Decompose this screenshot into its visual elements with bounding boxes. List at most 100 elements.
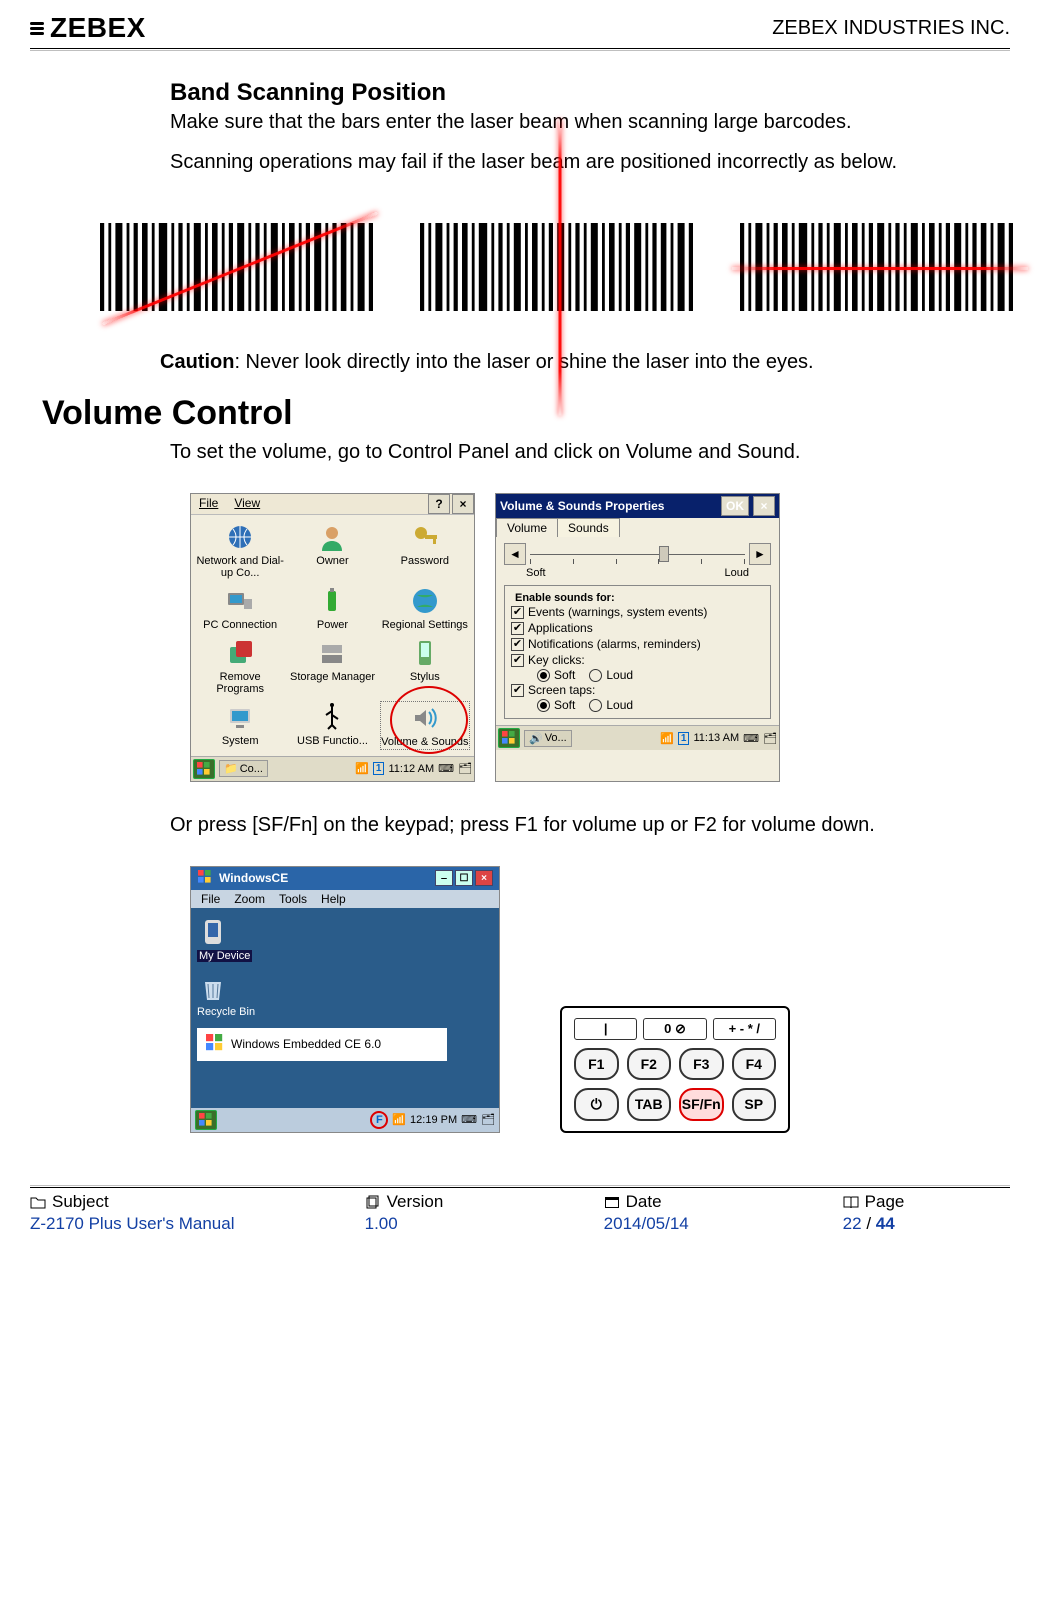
tray-keyboard-icon: ⌨	[461, 1113, 477, 1126]
radio-label: Soft	[554, 698, 575, 712]
menu-tools[interactable]: Tools	[273, 892, 313, 906]
laser-horizontal-icon	[732, 203, 1028, 331]
chk-key-clicks[interactable]: ✔Key clicks:	[511, 652, 764, 668]
tab-sounds[interactable]: Sounds	[557, 518, 620, 537]
cp-item-owner[interactable]: Owner	[287, 521, 377, 579]
arrow-left-icon[interactable]: ◄	[504, 543, 526, 565]
keypad-bottom-row: ⏻ TAB SF/Fn SP	[574, 1088, 776, 1121]
chk-notifications[interactable]: ✔Notifications (alarms, reminders)	[511, 636, 764, 652]
cp-label: USB Functio...	[297, 735, 368, 747]
ce-taskbar: F 📶 12:19 PM ⌨ 🗂	[191, 1108, 499, 1132]
desktop-icon-my-device[interactable]: My Device	[197, 916, 493, 962]
menu-file[interactable]: File	[191, 494, 226, 514]
key-tab: TAB	[627, 1088, 672, 1121]
ce-title: WindowsCE	[219, 871, 288, 885]
logo-stripes-icon	[30, 22, 44, 35]
radio-loud-taps[interactable]: Loud	[589, 698, 633, 712]
company-name: ZEBEX INDUSTRIES INC.	[772, 17, 1010, 40]
radio-soft-keys[interactable]: Soft	[537, 668, 575, 682]
windows-flag-icon	[197, 870, 213, 887]
page-sep: /	[862, 1214, 876, 1233]
enable-sounds-group: Enable sounds for: ✔Events (warnings, sy…	[504, 585, 771, 719]
cp-item-regional[interactable]: Regional Settings	[380, 585, 470, 631]
tab-row: Volume Sounds	[496, 518, 779, 537]
menu-zoom[interactable]: Zoom	[228, 892, 271, 906]
desktop-icon-recycle-bin[interactable]: Recycle Bin	[197, 972, 493, 1018]
footer-label-page: Page	[843, 1192, 1010, 1212]
recycle-bin-icon	[197, 972, 229, 1004]
document-footer: Subject Version Date Page Z-2170 Plus Us…	[30, 1187, 1010, 1244]
tray-one-icon: 1	[373, 762, 385, 775]
cp-item-storage[interactable]: Storage Manager	[287, 637, 377, 695]
cp-item-usb[interactable]: USB Functio...	[287, 701, 377, 749]
cp-item-power[interactable]: Power	[287, 585, 377, 631]
windows-splash: Windows Embedded CE 6.0	[197, 1028, 447, 1061]
band-paragraph-2: Scanning operations may fail if the lase…	[170, 149, 980, 175]
tray-fn-icon: F	[370, 1111, 388, 1129]
barcode-example-horizontal	[740, 207, 1020, 327]
checkbox-icon: ✔	[511, 606, 524, 619]
ok-button[interactable]: OK	[721, 496, 749, 516]
key-f4: F4	[732, 1048, 777, 1080]
start-button[interactable]	[195, 1110, 217, 1130]
tray-keyboard-icon: ⌨	[438, 762, 454, 775]
key-f1: F1	[574, 1048, 619, 1080]
task-button[interactable]: 🔊Vo...	[524, 730, 572, 747]
start-button[interactable]	[498, 728, 520, 748]
checkbox-icon: ✔	[511, 654, 524, 667]
cp-item-pc-connection[interactable]: PC Connection	[195, 585, 285, 631]
footer-label-date: Date	[604, 1192, 843, 1212]
help-button[interactable]: ?	[428, 494, 450, 514]
scale-loud: Loud	[725, 567, 749, 579]
task-button[interactable]: 📁Co...	[219, 760, 268, 777]
slider-thumb[interactable]	[659, 546, 669, 562]
maximize-button[interactable]: ☐	[455, 870, 473, 886]
close-button[interactable]: ×	[753, 496, 775, 516]
chk-events[interactable]: ✔Events (warnings, system events)	[511, 604, 764, 620]
folder-icon	[30, 1195, 46, 1209]
cp-item-password[interactable]: Password	[380, 521, 470, 579]
radio-soft-taps[interactable]: Soft	[537, 698, 575, 712]
power-icon	[316, 585, 348, 617]
ce-titlebar: WindowsCE ‒ ☐ ×	[191, 867, 499, 890]
menu-help[interactable]: Help	[315, 892, 352, 906]
windows-flag-icon	[205, 1034, 225, 1055]
highlight-circle-icon	[390, 686, 468, 754]
key-clicks-radios: Soft Loud	[511, 668, 764, 682]
footer-label-subject: Subject	[30, 1192, 365, 1212]
chk-applications[interactable]: ✔Applications	[511, 620, 764, 636]
cp-item-system[interactable]: System	[195, 701, 285, 749]
taskbar: 🔊Vo... 📶 1 11:13 AM ⌨ 🗂	[496, 725, 779, 750]
start-button[interactable]	[193, 759, 215, 779]
cp-label: Owner	[316, 555, 348, 567]
menu-view[interactable]: View	[226, 494, 268, 514]
keypad-diagram: | 0 ⊘ + - * / F1 F2 F3 F4 ⏻ TAB SF/Fn SP	[560, 1006, 790, 1133]
volume-slider[interactable]: ◄ ►	[504, 543, 771, 565]
document-header: ZEBEX ZEBEX INDUSTRIES INC.	[30, 0, 1010, 49]
cp-item-remove-programs[interactable]: Remove Programs	[195, 637, 285, 695]
control-panel-window: File View ? × Network and Dial-up Co... …	[190, 493, 475, 782]
volume-paragraph-2: Or press [SF/Fn] on the keypad; press F1…	[170, 812, 980, 838]
menu-file[interactable]: File	[195, 892, 226, 906]
keypad-f-row: F1 F2 F3 F4	[574, 1048, 776, 1080]
barcode-examples-row	[100, 189, 1020, 351]
cp-item-network[interactable]: Network and Dial-up Co...	[195, 521, 285, 579]
slider-track[interactable]	[530, 544, 745, 564]
arrow-right-icon[interactable]: ►	[749, 543, 771, 565]
cp-label: Remove Programs	[195, 671, 285, 695]
control-panel-grid: Network and Dial-up Co... Owner Password…	[191, 515, 474, 756]
desktop-label: My Device	[197, 950, 252, 962]
minimize-button[interactable]: ‒	[435, 870, 453, 886]
key-top-1: |	[574, 1018, 637, 1040]
document-stack-icon	[365, 1195, 381, 1209]
chk-screen-taps[interactable]: ✔Screen taps:	[511, 682, 764, 698]
tab-volume[interactable]: Volume	[496, 518, 558, 537]
cp-label: Power	[317, 619, 348, 631]
tray-keyboard-icon: ⌨	[743, 732, 759, 745]
close-button[interactable]: ×	[452, 494, 474, 514]
key-top-2: 0 ⊘	[643, 1018, 706, 1040]
group-title: Enable sounds for:	[511, 592, 619, 604]
splash-text: Windows Embedded CE 6.0	[231, 1037, 381, 1051]
close-button[interactable]: ×	[475, 870, 493, 886]
radio-loud-keys[interactable]: Loud	[589, 668, 633, 682]
